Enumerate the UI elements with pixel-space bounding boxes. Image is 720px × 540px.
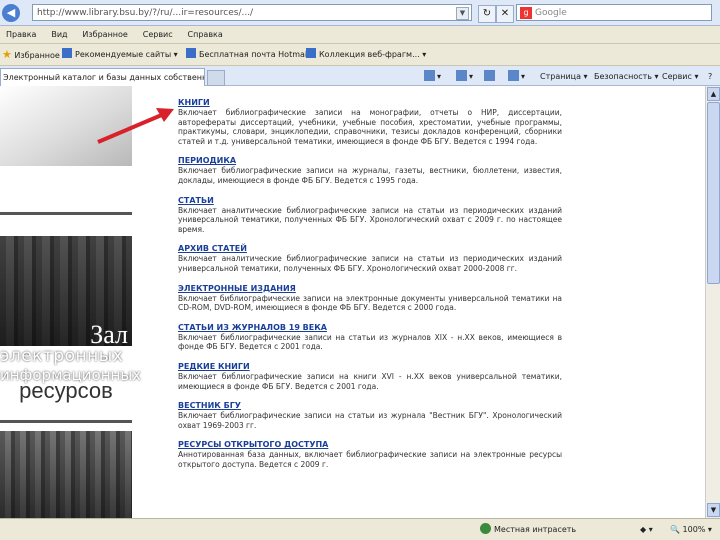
db-link-books[interactable]: Книги [178,98,562,108]
google-icon: g [520,7,532,19]
menu-bar: Правка Вид Избранное Сервис Справка [0,26,720,44]
banner-line-4: ресурсов [19,378,113,403]
db-link-periodicals[interactable]: Периодика [178,156,562,166]
printer-icon [508,70,519,81]
list-item: Вестник БГУ Включает библиографические з… [178,401,562,430]
tab-bar: Электронный каталог и базы данных собств… [0,66,720,86]
db-description: Включает аналитические библиографические… [178,205,562,234]
db-description: Включает библиографические записи на жур… [178,166,562,185]
list-item: Книги Включает библиографические записи … [178,98,562,146]
stop-icon[interactable]: ✕ [496,5,514,23]
tab-catalog[interactable]: Электронный каталог и базы данных собств… [0,68,205,86]
db-link-open-access[interactable]: Ресурсы открытого доступа [178,440,562,450]
address-text: http://www.library.bsu.by/?/ru/...ir=res… [37,8,254,18]
mail-icon [484,70,495,81]
list-item: Статьи Включает аналитические библиограф… [178,196,562,235]
page-menu-label: Страница ▾ [540,72,588,81]
divider [0,420,132,423]
favorite-item-suggested[interactable]: Рекомендуемые сайты ▾ [62,48,178,62]
home-button[interactable]: ▾ [424,70,441,84]
library-photo [0,431,132,521]
status-bar: Местная интрасеть ◆ ▾ 🔍 100% ▾ [0,518,720,540]
favorites-label: Избранное [14,51,60,60]
search-placeholder: Google [535,8,567,18]
db-description: Включает библиографические записи на ста… [178,411,562,430]
left-image-column: Зал электронных информационных ресурсов [0,86,141,521]
tools-menu-label: Сервис ▾ [662,72,699,81]
rss-icon [456,70,467,81]
menu-tools[interactable]: Сервис [137,26,179,44]
tools-menu-button[interactable]: Сервис ▾ [662,70,698,84]
zone-text: Местная интрасеть [494,525,577,534]
address-input[interactable]: http://www.library.bsu.by/?/ru/...ir=res… [32,4,472,21]
list-item: Статьи из журналов 19 века Включает библ… [178,323,562,352]
banner-line-2: электронных [0,346,124,366]
protected-mode-icon: ◆ ▾ [640,525,653,534]
back-icon[interactable]: ◀ [2,4,20,22]
db-description: Включает аналитические библиографические… [178,254,562,273]
db-link-vestnik[interactable]: Вестник БГУ [178,401,562,411]
db-link-articles[interactable]: Статьи [178,196,562,206]
database-list: Книги Включает библиографические записи … [178,98,562,479]
menu-help[interactable]: Справка [182,26,229,44]
db-link-articles-archive[interactable]: Архив статей [178,244,562,254]
page-icon [186,48,196,58]
divider [0,212,132,215]
zoom-control[interactable]: 🔍 100% ▾ [670,523,712,537]
list-item: Периодика Включает библиографические зап… [178,156,562,185]
help-label: ? [708,72,713,81]
favorite-item-webslices[interactable]: Коллекция веб-фрагм... ▾ [306,48,426,62]
address-bar: ◀ http://www.library.bsu.by/?/ru/...ir=r… [0,0,720,26]
menu-view[interactable]: Вид [45,26,73,44]
db-description: Включает библиографические записи на ста… [178,332,562,352]
zoom-icon: 🔍 [670,525,680,534]
db-description: Включает библиографические записи на мон… [178,108,562,146]
intranet-icon [480,523,491,534]
db-link-rare-books[interactable]: Редкие книги [178,362,562,372]
feeds-button[interactable]: ▾ [456,70,473,84]
list-item: Редкие книги Включает библиографические … [178,362,562,391]
db-description: Включает библиографические записи на кни… [178,371,562,391]
favorite-label: Коллекция веб-фрагм... ▾ [319,50,427,59]
vertical-scrollbar[interactable]: ▲ ▼ [705,86,720,518]
db-link-19th-century[interactable]: Статьи из журналов 19 века [178,323,562,333]
chevron-down-icon[interactable]: ▼ [456,7,469,20]
help-button[interactable]: ? [708,70,712,84]
search-input[interactable]: g Google [516,4,712,21]
scroll-down-icon[interactable]: ▼ [707,503,720,517]
favorites-bar: ★ Избранное Рекомендуемые сайты ▾ Беспла… [0,44,720,66]
menu-favorites[interactable]: Избранное [76,26,133,44]
safety-menu-button[interactable]: Безопасность ▾ [594,70,659,84]
print-button[interactable]: ▾ [508,70,525,84]
db-description: Аннотированная база данных, включает биб… [178,450,562,469]
favorite-label: Рекомендуемые сайты ▾ [75,50,178,59]
tab-title: Электронный каталог и базы данных собств… [3,73,205,82]
refresh-icon[interactable]: ↻ [478,5,496,23]
list-item: Электронные издания Включает библиографи… [178,284,562,313]
new-tab-button[interactable] [207,70,225,86]
db-description: Включает библиографические записи на эле… [178,293,562,313]
mail-button[interactable] [484,70,497,84]
favorite-item-hotmail[interactable]: Бесплатная почта Hotmail [186,48,309,62]
db-link-electronic[interactable]: Электронные издания [178,284,562,294]
page-icon [62,48,72,58]
favorites-button[interactable]: ★ Избранное [2,48,60,63]
zone-indicator: Местная интрасеть [480,523,576,537]
list-item: Ресурсы открытого доступа Аннотированная… [178,440,562,469]
safety-menu-label: Безопасность ▾ [594,72,659,81]
red-arrow-icon [97,108,174,144]
home-icon [424,70,435,81]
page-menu-button[interactable]: Страница ▾ [540,70,588,84]
menu-edit[interactable]: Правка [0,26,42,44]
favorite-label: Бесплатная почта Hotmail [199,50,310,59]
zoom-level: 100% [682,525,706,534]
star-icon: ★ [2,48,12,61]
scroll-up-icon[interactable]: ▲ [707,87,720,101]
scroll-thumb[interactable] [707,102,720,284]
list-item: Архив статей Включает аналитические библ… [178,244,562,273]
page-icon [306,48,316,58]
